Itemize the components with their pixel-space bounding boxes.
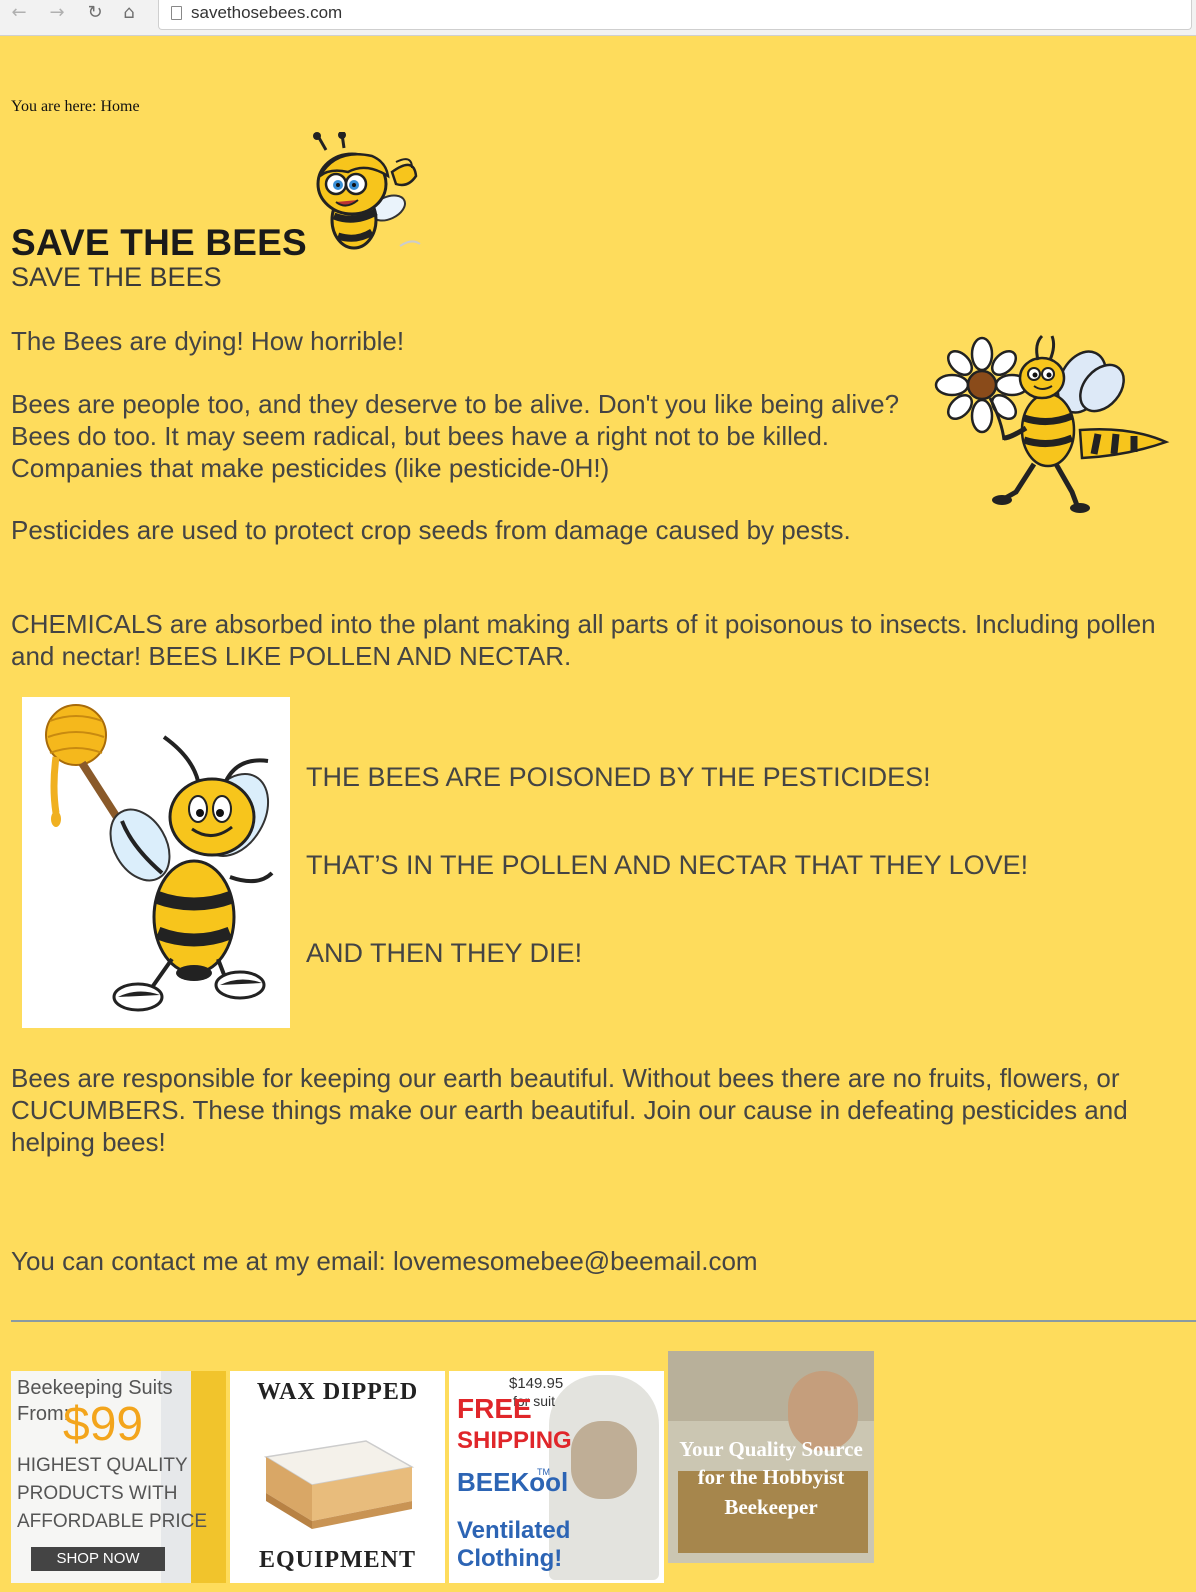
ad-beekool-tm: TM <box>537 1467 550 1477</box>
pesticides-paragraph: Pesticides are used to protect crop seed… <box>11 515 851 545</box>
ad-beekool-free: FREE <box>457 1393 532 1424</box>
ad-suits-tagline2: PRODUCTS WITH <box>17 1483 178 1504</box>
ad-beekeeping-suits[interactable]: Beekeeping Suits From: $99 HIGHEST QUALI… <box>11 1371 226 1583</box>
closing-paragraph: Bees are responsible for keeping our ear… <box>11 1063 1128 1157</box>
ad-wax-dipped-equipment[interactable]: WAX DIPPED EQUIPMENT <box>230 1371 445 1583</box>
callout-poisoned: THE BEES ARE POISONED BY THE PESTICIDES! <box>306 762 931 792</box>
shop-now-button[interactable]: SHOP NOW <box>31 1547 165 1571</box>
page-icon <box>171 6 182 20</box>
address-bar[interactable]: savethosebees.com <box>158 0 1192 30</box>
breadcrumb: You are here: Home <box>11 98 140 115</box>
ad-beekool-brand: BEEKool <box>457 1467 569 1497</box>
arrow-right-icon[interactable]: → <box>46 2 68 24</box>
address-bar-url[interactable]: savethosebees.com <box>191 3 342 23</box>
ad-suits-tagline3: AFFORDABLE PRICE <box>17 1511 208 1532</box>
cartoon-bee-logo-icon <box>313 132 421 250</box>
site-subtitle: SAVE THE BEES <box>11 262 222 292</box>
ad-suits-tagline1: HIGHEST QUALITY <box>17 1455 188 1476</box>
chemicals-paragraph: CHEMICALS are absorbed into the plant ma… <box>11 609 1156 671</box>
site-title: SAVE THE BEES <box>11 222 307 263</box>
ad-hobbyist-line1: Your Quality Source <box>679 1437 863 1461</box>
arrow-left-icon[interactable]: ← <box>8 2 30 24</box>
intro-paragraph: The Bees are dying! How horrible! <box>11 326 405 356</box>
ad-beekool-clothing[interactable]: $149.95 for suit FREE SHIPPING BEEKool T… <box>449 1371 664 1583</box>
ad-beekool-price: $149.95 <box>509 1375 564 1392</box>
ad-hobbyist-line3: Beekeeper <box>724 1495 818 1519</box>
ad-hobbyist-line2: for the Hobbyist <box>697 1465 845 1489</box>
ad-beekool-shipping: SHIPPING <box>457 1427 572 1454</box>
divider <box>11 1320 1196 1322</box>
home-icon[interactable]: ⌂ <box>118 2 140 24</box>
callout-then-they-die: AND THEN THEY DIE! <box>306 938 583 968</box>
contact-info: You can contact me at my email: lovemeso… <box>11 1246 758 1276</box>
ad-suits-line2: From: <box>17 1403 70 1425</box>
ad-beekool-tagline: Ventilated Clothing! <box>457 1517 571 1572</box>
bees-rights-paragraph: Bees are people too, and they deserve to… <box>11 389 900 483</box>
ad-hobbyist-beekeeper[interactable]: Your Quality Source for the Hobbyist Bee… <box>668 1351 874 1563</box>
browser-toolbar: ← → ↻ ⌂ savethosebees.com <box>0 0 1196 36</box>
ad-wax-bottom: EQUIPMENT <box>258 1547 416 1573</box>
bee-with-honey-image <box>22 697 290 1028</box>
reload-icon[interactable]: ↻ <box>84 2 106 24</box>
beekeeper-face <box>571 1421 637 1499</box>
bee-with-flower-icon <box>934 334 1170 513</box>
callout-pollen-nectar: THAT’S IN THE POLLEN AND NECTAR THAT THE… <box>306 850 1029 880</box>
ad-suits-price: $99 <box>63 1398 144 1451</box>
bee-honey-dipper-icon <box>45 704 274 1012</box>
